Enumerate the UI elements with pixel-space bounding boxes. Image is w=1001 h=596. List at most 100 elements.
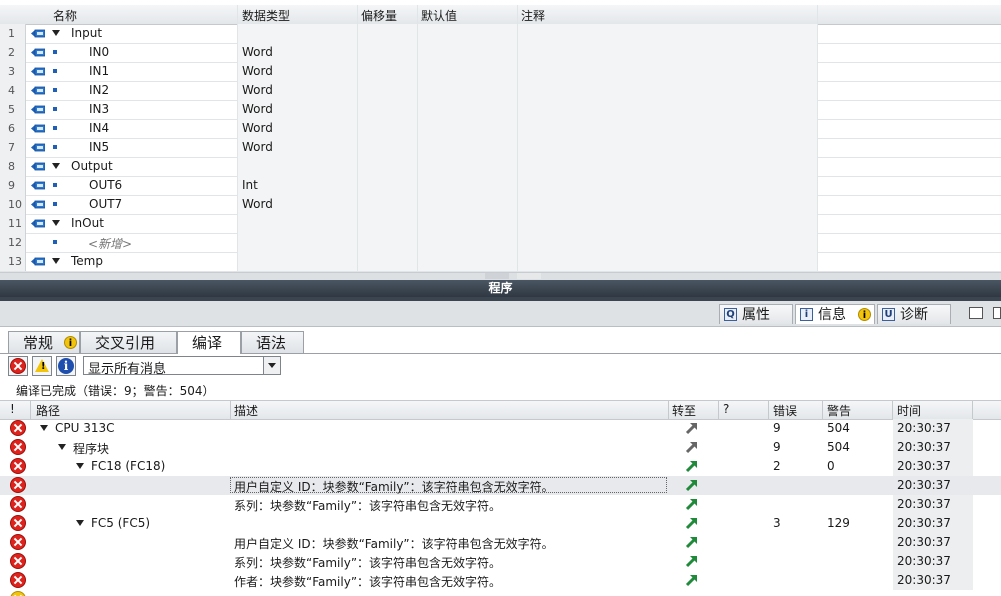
parameter-name[interactable]: <新增>: [88, 235, 132, 252]
tab-compile[interactable]: 编译: [177, 331, 241, 354]
interface-row[interactable]: 8 Output: [0, 157, 1001, 177]
goto-arrow-icon[interactable]: [685, 573, 699, 587]
program-section-bar[interactable]: 程序: [0, 280, 1001, 297]
parameter-name[interactable]: IN0: [89, 45, 109, 59]
col-default-header[interactable]: 默认值: [421, 7, 457, 24]
col-help-header[interactable]: ?: [723, 402, 729, 416]
goto-arrow-icon[interactable]: [685, 459, 699, 473]
tab-general[interactable]: 常规 i: [8, 331, 80, 353]
col-datatype-header[interactable]: 数据类型: [242, 7, 290, 24]
message-row[interactable]: 程序块 9 504 20:30:37: [0, 438, 1001, 457]
info-badge-icon: i: [858, 308, 871, 321]
message-row[interactable]: 用户自定义 ID：块参数“Family”：该字符串包含无效字符。 20:30:37: [0, 533, 1001, 552]
parameter-name[interactable]: Input: [71, 26, 102, 40]
collapse-down-icon[interactable]: [517, 273, 541, 279]
goto-arrow-icon[interactable]: [685, 535, 699, 549]
message-row[interactable]: FC5 (FC5) 3 129 20:30:37: [0, 514, 1001, 533]
maximize-window-icon[interactable]: [993, 307, 1001, 319]
interface-row[interactable]: 5 IN3 Word: [0, 100, 1001, 120]
collapse-triangle-icon[interactable]: [52, 258, 60, 264]
interface-row[interactable]: 2 IN0 Word: [0, 43, 1001, 63]
expand-triangle-icon[interactable]: [40, 425, 48, 431]
chevron-down-icon[interactable]: [263, 357, 280, 374]
message-row[interactable]: 系列：块参数“Family”：该字符串包含无效字符。 20:30:37: [0, 495, 1001, 514]
error-icon: [10, 534, 26, 550]
parameter-datatype[interactable]: Word: [242, 140, 273, 154]
message-row[interactable]: 作者：块参数“Family”：该字符串包含无效字符。 20:30:37: [0, 571, 1001, 590]
parameter-datatype[interactable]: Int: [242, 178, 258, 192]
interface-row[interactable]: 6 IN4 Word: [0, 119, 1001, 139]
info-subtab-bar: 常规 i 交叉引用 编译 语法: [0, 327, 1001, 354]
show-errors-button[interactable]: [8, 356, 28, 376]
parameter-name[interactable]: Output: [71, 159, 113, 173]
col-description-header[interactable]: 描述: [234, 402, 258, 419]
parameter-datatype[interactable]: Word: [242, 102, 273, 116]
collapse-triangle-icon[interactable]: [52, 30, 60, 36]
goto-arrow-icon[interactable]: [685, 421, 699, 435]
goto-arrow-icon[interactable]: [685, 516, 699, 530]
parameter-datatype[interactable]: Word: [242, 197, 273, 211]
col-warnings-header[interactable]: 警告: [827, 402, 851, 419]
parameter-datatype[interactable]: Word: [242, 45, 273, 59]
interface-row[interactable]: 4 IN2 Word: [0, 81, 1001, 101]
message-row[interactable]: 系列：块参数“Family”：该字符串包含无效字符。 20:30:37: [0, 552, 1001, 571]
collapse-triangle-icon[interactable]: [52, 163, 60, 169]
col-path-header[interactable]: 路径: [36, 402, 60, 419]
col-comment-header[interactable]: 注释: [521, 7, 545, 24]
goto-arrow-icon[interactable]: [685, 440, 699, 454]
restore-window-icon[interactable]: [969, 307, 984, 319]
interface-row[interactable]: 11 InOut: [0, 214, 1001, 234]
expand-triangle-icon[interactable]: [76, 463, 84, 469]
expand-triangle-icon[interactable]: [58, 444, 66, 450]
tab-syntax[interactable]: 语法: [241, 331, 304, 353]
goto-arrow-icon[interactable]: [685, 497, 699, 511]
goto-arrow-icon[interactable]: [685, 554, 699, 568]
collapse-up-icon[interactable]: [485, 273, 509, 279]
interface-row[interactable]: 3 IN1 Word: [0, 62, 1001, 82]
parameter-name[interactable]: Temp: [71, 254, 103, 268]
message-filter-select[interactable]: 显示所有消息: [83, 356, 281, 377]
row-number: 10: [0, 195, 26, 214]
interface-row[interactable]: 10 OUT7 Word: [0, 195, 1001, 215]
parameter-datatype[interactable]: Word: [242, 83, 273, 97]
col-time-header[interactable]: 时间: [897, 402, 921, 419]
show-warnings-button[interactable]: !: [32, 356, 52, 376]
tab-properties[interactable]: Q 属性: [719, 304, 793, 324]
parameter-name[interactable]: OUT6: [89, 178, 122, 192]
message-errors: 2: [773, 459, 781, 473]
parameter-name[interactable]: IN5: [89, 140, 109, 154]
message-errors: 9: [773, 421, 781, 435]
parameter-name[interactable]: IN3: [89, 102, 109, 116]
col-severity-header[interactable]: !: [10, 402, 15, 416]
col-goto-header[interactable]: 转至: [672, 402, 696, 419]
parameter-name[interactable]: OUT7: [89, 197, 122, 211]
interface-row[interactable]: 12 <新增>: [0, 233, 1001, 253]
col-errors-header[interactable]: 错误: [773, 402, 797, 419]
parameter-name[interactable]: InOut: [71, 216, 104, 230]
row-number: 3: [0, 62, 26, 81]
show-info-button[interactable]: i: [56, 356, 76, 376]
collapse-triangle-icon[interactable]: [52, 220, 60, 226]
parameter-datatype[interactable]: Word: [242, 121, 273, 135]
parameter-icon: [31, 143, 45, 152]
interface-row[interactable]: 13 Temp: [0, 252, 1001, 272]
goto-arrow-icon[interactable]: [685, 478, 699, 492]
parameter-name[interactable]: IN4: [89, 121, 109, 135]
error-icon: [10, 420, 26, 436]
tab-info[interactable]: i 信息 i: [795, 304, 875, 324]
col-offset-header[interactable]: 偏移量: [361, 7, 397, 24]
message-row[interactable]: CPU 313C 9 504 20:30:37: [0, 419, 1001, 438]
tab-cross-reference[interactable]: 交叉引用: [80, 331, 177, 353]
parameter-name[interactable]: IN1: [89, 64, 109, 78]
tab-diagnostics[interactable]: U 诊断: [877, 304, 951, 324]
message-row[interactable]: 用户自定义 ID：块参数“Family”：该字符串包含无效字符。 20:30:37: [0, 476, 1001, 495]
parameter-datatype[interactable]: Word: [242, 64, 273, 78]
interface-row[interactable]: 7 IN5 Word: [0, 138, 1001, 158]
interface-row[interactable]: 1 Input: [0, 24, 1001, 44]
message-row[interactable]: FC18 (FC18) 2 0 20:30:37: [0, 457, 1001, 476]
expand-triangle-icon[interactable]: [76, 520, 84, 526]
interface-row[interactable]: 9 OUT6 Int: [0, 176, 1001, 196]
col-name-header[interactable]: 名称: [53, 7, 77, 24]
parameter-name[interactable]: IN2: [89, 83, 109, 97]
diagnostics-icon: U: [882, 308, 895, 321]
